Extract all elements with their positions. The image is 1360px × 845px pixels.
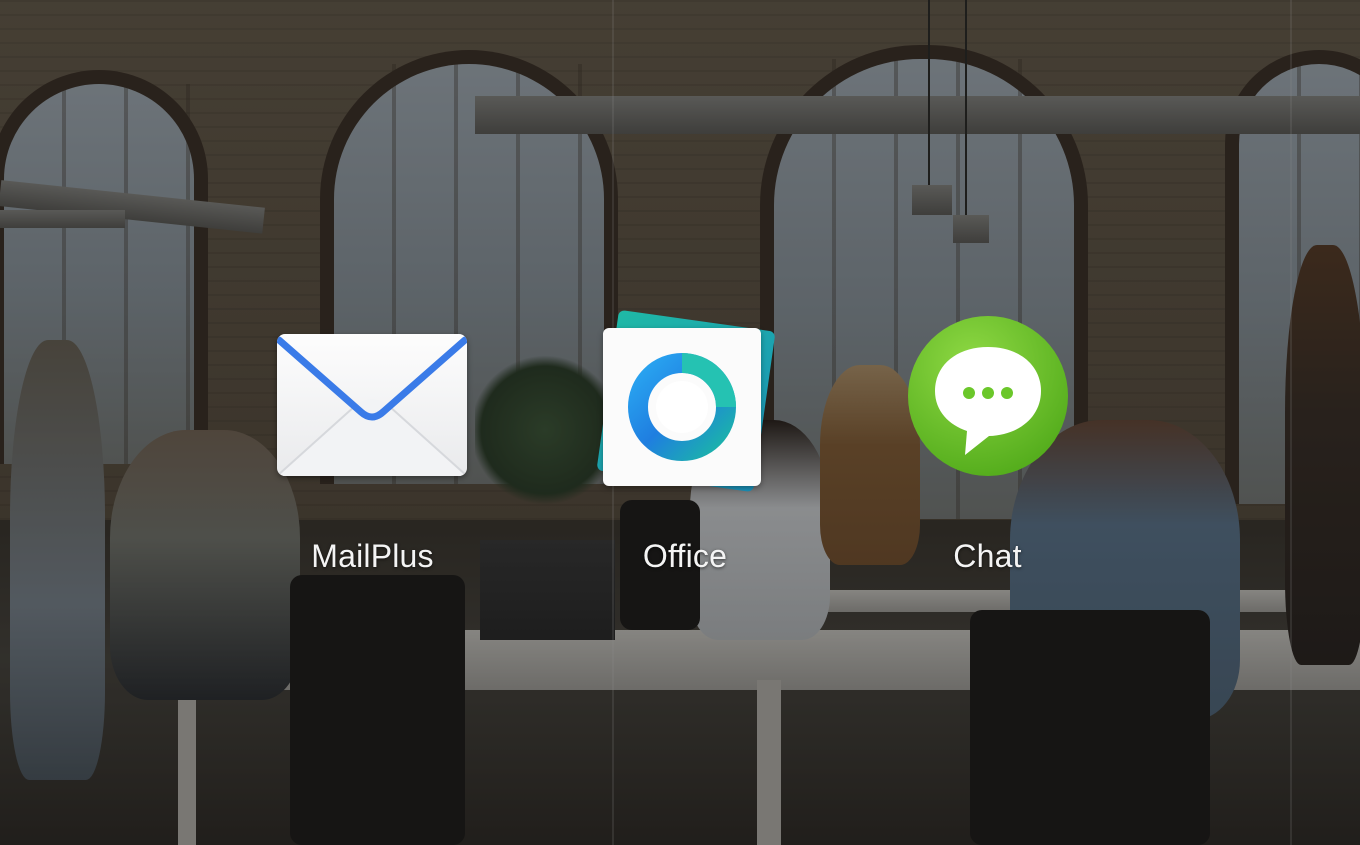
- chat-bubble-icon: [907, 315, 1069, 487]
- app-label-mailplus: MailPlus: [311, 538, 434, 574]
- envelope-icon: [277, 334, 467, 476]
- app-mailplus[interactable]: MailPlus: [270, 330, 475, 585]
- office-ring-icon: [595, 309, 776, 493]
- app-chat[interactable]: Chat: [895, 315, 1080, 590]
- app-office[interactable]: Office: [595, 309, 776, 587]
- app-label-chat: Chat: [953, 538, 1022, 574]
- launcher-screen: MailPlus Office Chat: [0, 0, 1360, 845]
- app-label-office: Office: [642, 538, 728, 574]
